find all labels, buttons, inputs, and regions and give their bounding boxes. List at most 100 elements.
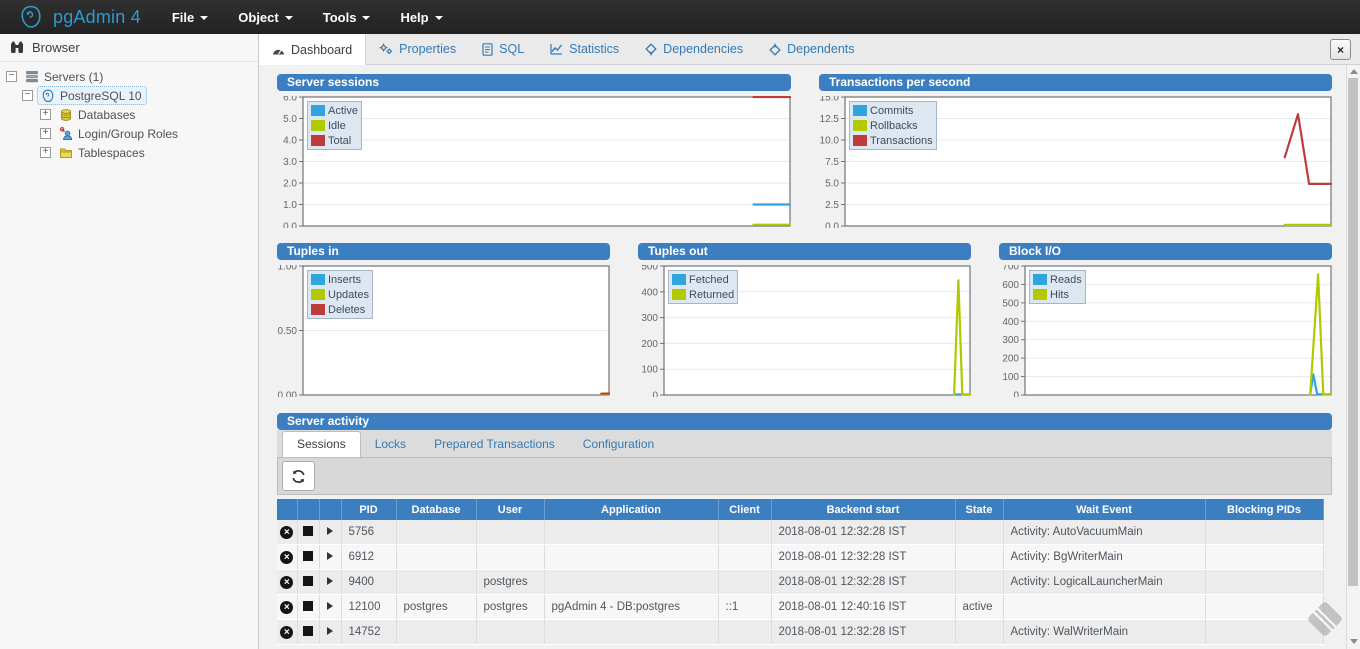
caret-down-icon [435, 16, 443, 20]
grid-cell-state [955, 620, 1003, 645]
tab-label: SQL [499, 42, 524, 56]
svg-text:0.50: 0.50 [278, 326, 298, 337]
grid-column-header[interactable] [277, 499, 297, 520]
tab-properties[interactable]: Properties [366, 34, 469, 64]
menu-tools[interactable]: Tools [308, 0, 386, 34]
grid-cell-client [718, 520, 771, 545]
grid-column-header[interactable] [297, 499, 319, 520]
browser-panel-header[interactable]: Browser [0, 34, 258, 62]
legend-entry: Returned [672, 287, 734, 302]
stop-session-icon[interactable] [303, 526, 313, 536]
grid-cell-backend_start: 2018-08-01 12:32:28 IST [771, 620, 955, 645]
grid-cell-blocking_pids [1205, 595, 1323, 620]
stop-session-icon[interactable] [303, 576, 313, 586]
legend-label: Fetched [689, 274, 729, 286]
svg-text:2.5: 2.5 [825, 200, 839, 211]
grid-column-header[interactable] [319, 499, 341, 520]
grid-column-header[interactable]: Client [718, 499, 771, 520]
refresh-icon [291, 469, 306, 484]
grid-cell-backend_start: 2018-08-01 12:40:16 IST [771, 595, 955, 620]
cancel-session-icon[interactable] [280, 626, 293, 639]
stop-session-icon[interactable] [303, 601, 313, 611]
grid-cell-client [718, 545, 771, 570]
grid-column-header[interactable]: Wait Event [1003, 499, 1205, 520]
legend-entry: Inserts [311, 272, 369, 287]
tree-item-servers[interactable]: Servers (1) [0, 67, 258, 86]
grid-cell-client [718, 570, 771, 595]
refresh-button[interactable] [282, 461, 315, 491]
chart-panel-transactions-per-second: Transactions per second 0.02.55.07.510.0… [819, 74, 1332, 228]
grid-column-header[interactable]: Backend start [771, 499, 955, 520]
sessions-toolbar [277, 458, 1332, 495]
server-sessions-chart: 0.01.02.03.04.05.06.0ActiveIdleTotal [277, 96, 791, 228]
tab-sql[interactable]: SQL [469, 34, 537, 64]
tuples-in-chart: 0.000.501.00InsertsUpdatesDeletes [277, 265, 610, 397]
expand-expander-icon[interactable] [40, 147, 51, 158]
expand-row-icon[interactable] [327, 577, 333, 585]
collapse-expander-icon[interactable] [6, 71, 17, 82]
tree-item-databases[interactable]: Databases [0, 105, 258, 124]
tab-statistics[interactable]: Statistics [537, 34, 632, 64]
grid-column-header[interactable]: User [476, 499, 544, 520]
tab-dependents[interactable]: Dependents [756, 34, 867, 64]
svg-text:500: 500 [1002, 298, 1019, 309]
grid-column-header[interactable]: State [955, 499, 1003, 520]
session-row: 57562018-08-01 12:32:28 ISTActivity: Aut… [277, 520, 1323, 545]
svg-text:12.5: 12.5 [820, 114, 840, 125]
tab-dependencies[interactable]: Dependencies [632, 34, 756, 64]
svg-text:6.0: 6.0 [283, 96, 297, 104]
grid-column-header[interactable]: Application [544, 499, 718, 520]
tab-dashboard[interactable]: Dashboard [259, 34, 366, 65]
expand-expander-icon[interactable] [40, 109, 51, 120]
svg-text:1.00: 1.00 [278, 265, 298, 273]
expand-row-icon[interactable] [327, 552, 333, 560]
cancel-session-icon[interactable] [280, 551, 293, 564]
transactions-per-second-chart: 0.02.55.07.510.012.515.0CommitsRollbacks… [819, 96, 1332, 228]
cancel-session-icon[interactable] [280, 526, 293, 539]
cancel-session-icon[interactable] [280, 601, 293, 614]
legend-swatch [853, 120, 867, 131]
tree-item-login-group-roles[interactable]: Login/Group Roles [0, 124, 258, 143]
menu-help[interactable]: Help [385, 0, 457, 34]
grid-column-header[interactable]: PID [341, 499, 396, 520]
svg-text:0.0: 0.0 [825, 222, 839, 229]
panel-title: Transactions per second [819, 74, 1332, 91]
svg-text:100: 100 [641, 365, 658, 376]
tree-item-tablespaces[interactable]: Tablespaces [0, 143, 258, 162]
grid-cell-client: ::1 [718, 595, 771, 620]
tab-configuration[interactable]: Configuration [569, 432, 668, 457]
tree-item-postgresql-10[interactable]: PostgreSQL 10 [0, 86, 258, 105]
brand[interactable]: pgAdmin 4 [0, 4, 157, 30]
tree-item-label: PostgreSQL 10 [60, 89, 142, 103]
tab-sessions[interactable]: Sessions [282, 431, 361, 457]
stop-session-icon[interactable] [303, 551, 313, 561]
stop-session-icon[interactable] [303, 626, 313, 636]
grid-cell-wait_event: Activity: BgWriterMain [1003, 545, 1205, 570]
grid-column-header[interactable]: Database [396, 499, 476, 520]
expand-row-icon[interactable] [327, 527, 333, 535]
grid-cell-client [718, 620, 771, 645]
grid-icon-cell [277, 620, 297, 645]
panel-title: Server sessions [277, 74, 791, 91]
scrollbar-thumb[interactable] [1348, 78, 1358, 586]
vertical-scrollbar[interactable] [1346, 64, 1360, 649]
scroll-up-arrow[interactable] [1347, 65, 1360, 77]
expand-row-icon[interactable] [327, 627, 333, 635]
chart-legend: InsertsUpdatesDeletes [307, 270, 373, 319]
scroll-down-arrow[interactable] [1347, 635, 1360, 647]
expand-expander-icon[interactable] [40, 128, 51, 139]
collapse-expander-icon[interactable] [22, 90, 33, 101]
tab-locks[interactable]: Locks [361, 432, 420, 457]
menu-object[interactable]: Object [223, 0, 307, 34]
grid-column-header[interactable]: Blocking PIDs [1205, 499, 1323, 520]
expand-row-icon[interactable] [327, 602, 333, 610]
menu-file[interactable]: File [157, 0, 223, 34]
tab-prepared-transactions[interactable]: Prepared Transactions [420, 432, 569, 457]
close-panel-button[interactable] [1330, 39, 1351, 60]
cancel-session-icon[interactable] [280, 576, 293, 589]
svg-text:200: 200 [641, 339, 658, 350]
panel-title: Server activity [277, 413, 1332, 430]
grid-icon-cell [297, 545, 319, 570]
chart-panel-server-sessions: Server sessions 0.01.02.03.04.05.06.0Act… [277, 74, 791, 228]
grid-cell-backend_start: 2018-08-01 12:32:28 IST [771, 570, 955, 595]
